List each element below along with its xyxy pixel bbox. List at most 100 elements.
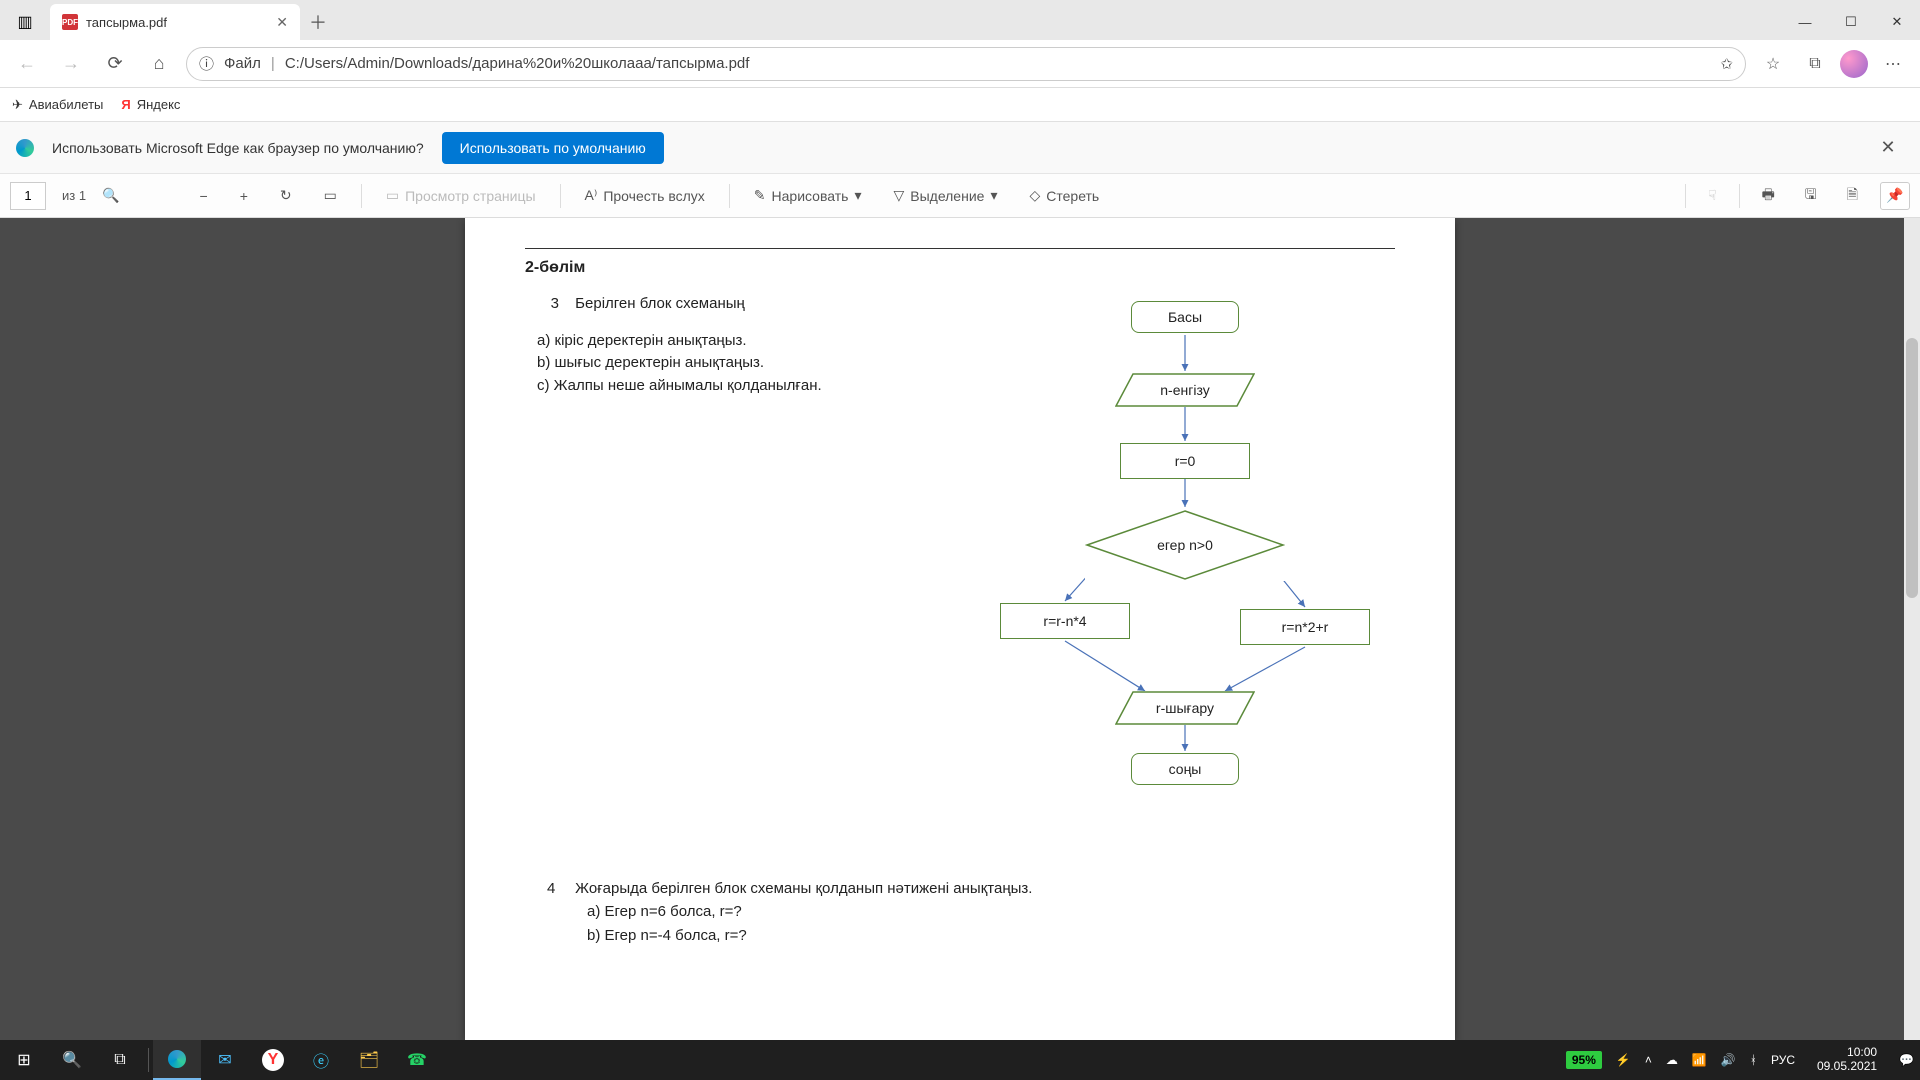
touch-icon[interactable]: ☟ <box>1700 183 1725 208</box>
bluetooth-icon[interactable]: ᚼ <box>1750 1053 1757 1067</box>
pdf-toolbar: из 1 🔍 − + ↻ ▭ ▭ Просмотр страницы A⁾ Пр… <box>0 174 1920 218</box>
highlighter-icon: ▽ <box>893 187 904 204</box>
draw-button[interactable]: ✎ Нарисовать ▾ <box>746 183 870 208</box>
taskbar-whatsapp[interactable]: ☎ <box>393 1040 441 1080</box>
taskbar-ie[interactable]: ⓔ <box>297 1040 345 1080</box>
clock[interactable]: 10:00 09.05.2021 <box>1809 1046 1885 1074</box>
highlight-button[interactable]: ▽ Выделение ▾ <box>885 183 1005 208</box>
url-path: C:/Users/Admin/Downloads/дарина%20и%20шк… <box>285 55 750 72</box>
zoom-in-button[interactable]: + <box>232 184 256 208</box>
start-button[interactable]: ⊞ <box>0 1040 48 1080</box>
page-count: из 1 <box>62 188 86 203</box>
back-button[interactable]: ← <box>10 47 44 81</box>
vertical-scrollbar[interactable] <box>1904 218 1920 1040</box>
volume-icon[interactable]: 🔊 <box>1721 1053 1736 1067</box>
bookmarks-bar: ✈ Авиабилеты Я Яндекс <box>0 88 1920 122</box>
plane-icon: ✈ <box>12 97 23 113</box>
taskbar-edge[interactable] <box>153 1040 201 1080</box>
edge-logo-icon <box>16 139 34 157</box>
tab-title: тапсырма.pdf <box>86 15 167 30</box>
tab-close-icon[interactable]: ✕ <box>276 14 288 31</box>
pdf-viewport[interactable]: 2-бөлім 3 Берілген блок схеманың a) кірі… <box>0 218 1920 1040</box>
flow-proc-right: r=n*2+r <box>1240 609 1370 645</box>
taskbar-yandex[interactable]: Y <box>249 1040 297 1080</box>
taskbar-mail[interactable]: ✉ <box>201 1040 249 1080</box>
address-bar: ← → ⟳ ⌂ ⓘ Файл | C:/Users/Admin/Download… <box>0 40 1920 88</box>
section-title: 2-бөлім <box>525 259 1395 277</box>
q4-opt-b: b) Егер n=-4 болса, r=? <box>587 924 1395 947</box>
url-input[interactable]: ⓘ Файл | C:/Users/Admin/Downloads/дарина… <box>186 47 1746 81</box>
page-view-button[interactable]: ▭ Просмотр страницы <box>378 183 544 208</box>
page-number-input[interactable] <box>10 182 46 210</box>
star-add-icon[interactable]: ✩ <box>1720 55 1733 73</box>
refresh-button[interactable]: ⟳ <box>98 47 132 81</box>
notifications-icon[interactable]: 💬 <box>1899 1053 1914 1067</box>
bookmark-yandex[interactable]: Я Яндекс <box>121 97 180 112</box>
charging-icon: ⚡ <box>1616 1053 1631 1067</box>
chevron-down-icon: ▾ <box>854 187 861 204</box>
scrollbar-thumb[interactable] <box>1906 338 1918 598</box>
collections-icon[interactable]: ⧉ <box>1798 47 1832 81</box>
flowchart: Басы n-енгізу r=0 егер n>0 r=r-n*4 <box>1005 293 1365 853</box>
rotate-button[interactable]: ↻ <box>272 183 300 208</box>
system-tray: 95% ⚡ ˄ ☁ 📶 🔊 ᚼ РУС 10:00 09.05.2021 💬 <box>1566 1046 1920 1074</box>
window-close-button[interactable]: ✕ <box>1874 4 1920 40</box>
fit-page-button[interactable]: ▭ <box>316 183 345 208</box>
save-as-button[interactable]: 🗎 <box>1839 180 1866 212</box>
pen-icon: ✎ <box>754 187 766 204</box>
prompt-text: Использовать Microsoft Edge как браузер … <box>52 140 424 156</box>
q4-number: 4 <box>547 877 571 900</box>
prompt-close-button[interactable]: ✕ <box>1872 137 1904 158</box>
profile-avatar[interactable] <box>1840 50 1868 78</box>
flow-decision: егер n>0 <box>1085 509 1285 581</box>
flow-proc-left: r=r-n*4 <box>1000 603 1130 639</box>
titlebar: ▥ PDF тапсырма.pdf ✕ ＋ ― ☐ ✕ <box>0 0 1920 40</box>
url-scheme: Файл <box>224 55 261 72</box>
search-icon[interactable]: 🔍 <box>102 187 119 204</box>
tab-active[interactable]: PDF тапсырма.pdf ✕ <box>50 4 300 40</box>
language-indicator[interactable]: РУС <box>1771 1053 1795 1067</box>
info-icon: ⓘ <box>199 53 214 74</box>
window-minimize-button[interactable]: ― <box>1782 4 1828 40</box>
q3-number: 3 <box>525 293 559 316</box>
chevron-down-icon: ▾ <box>990 187 997 204</box>
erase-button[interactable]: ◇ Стереть <box>1021 183 1107 208</box>
yandex-icon: Я <box>121 97 130 112</box>
taskbar: ⊞ 🔍 ⧉ ✉ Y ⓔ 🗂 ☎ 95% ⚡ ˄ ☁ 📶 🔊 ᚼ РУС 10:0… <box>0 1040 1920 1080</box>
print-button[interactable]: 🖶 <box>1754 180 1783 212</box>
bookmark-aviabilety[interactable]: ✈ Авиабилеты <box>12 97 103 113</box>
onedrive-icon[interactable]: ☁ <box>1666 1053 1678 1067</box>
task-view-button[interactable]: ⧉ <box>96 1040 144 1080</box>
pdf-icon: PDF <box>62 14 78 30</box>
flow-start: Басы <box>1131 301 1239 333</box>
eraser-icon: ◇ <box>1029 187 1040 204</box>
page-view-icon: ▭ <box>386 187 399 204</box>
window-maximize-button[interactable]: ☐ <box>1828 4 1874 40</box>
q3-opt-a: a) кіріс деректерін анықтаңыз. <box>537 330 1005 353</box>
q3-opt-b: b) шығыс деректерін анықтаңыз. <box>537 352 1005 375</box>
home-button[interactable]: ⌂ <box>142 47 176 81</box>
read-aloud-icon: A⁾ <box>585 187 598 204</box>
read-aloud-button[interactable]: A⁾ Прочесть вслух <box>577 183 713 208</box>
battery-indicator[interactable]: 95% <box>1566 1051 1602 1069</box>
zoom-out-button[interactable]: − <box>192 184 216 208</box>
forward-button[interactable]: → <box>54 47 88 81</box>
pin-toolbar-button[interactable]: 📌 <box>1880 182 1910 210</box>
taskbar-explorer[interactable]: 🗂 <box>345 1040 393 1080</box>
flow-input: n-енгізу <box>1115 373 1255 407</box>
tray-chevron-icon[interactable]: ˄ <box>1645 1053 1652 1067</box>
wifi-icon[interactable]: 📶 <box>1692 1053 1707 1067</box>
favorites-icon[interactable]: ☆ <box>1756 47 1790 81</box>
flow-init: r=0 <box>1120 443 1250 479</box>
default-browser-prompt: Использовать Microsoft Edge как браузер … <box>0 122 1920 174</box>
q4-title: Жоғарыда берілген блок схеманы қолданып … <box>575 880 1032 897</box>
flow-output: r-шығару <box>1115 691 1255 725</box>
new-tab-button[interactable]: ＋ <box>300 4 336 40</box>
set-default-button[interactable]: Использовать по умолчанию <box>442 132 664 164</box>
tab-actions-icon[interactable]: ▥ <box>0 4 50 40</box>
search-button[interactable]: 🔍 <box>48 1040 96 1080</box>
q3-opt-c: c) Жалпы неше айнымалы қолданылған. <box>537 375 1005 398</box>
menu-button[interactable]: ⋯ <box>1876 47 1910 81</box>
q4-opt-a: a) Егер n=6 болса, r=? <box>587 900 1395 923</box>
save-button[interactable]: 🖫 <box>1797 180 1825 212</box>
